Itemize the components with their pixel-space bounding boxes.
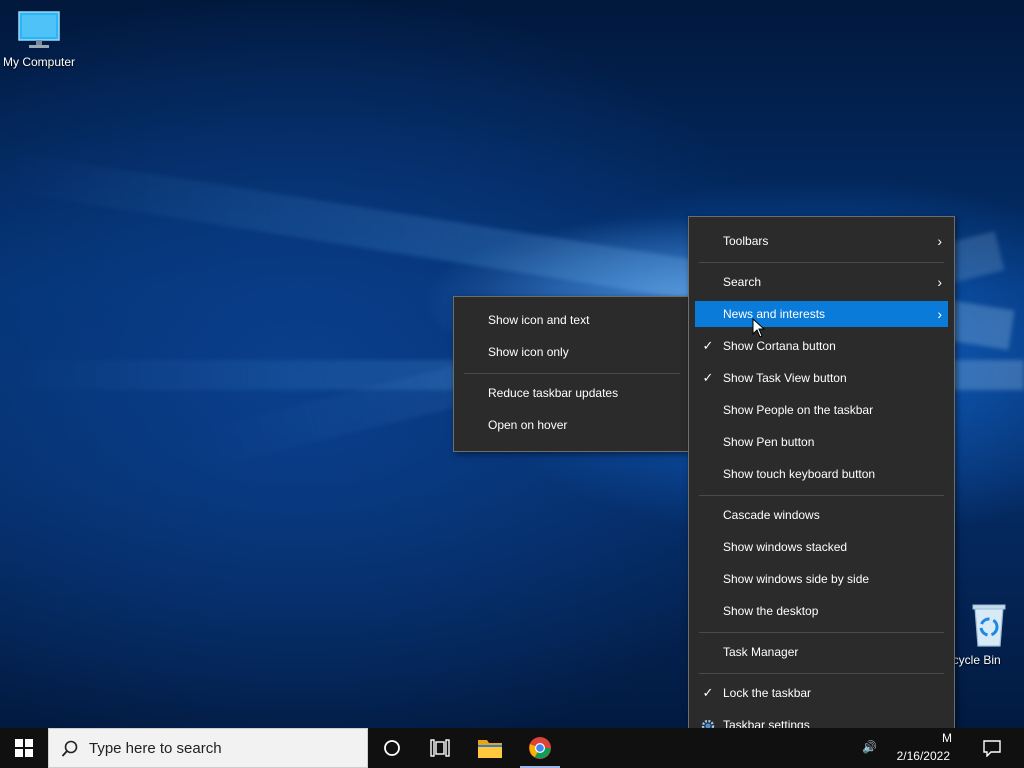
menu-separator: [699, 262, 944, 263]
search-placeholder: Type here to search: [89, 740, 222, 757]
menu-item-label: Search: [723, 275, 762, 289]
submenu-item-open-on-hover[interactable]: Open on hover: [460, 412, 684, 438]
menu-item-show-task-view-button[interactable]: ✓ Show Task View button: [695, 365, 948, 391]
clock-date: 2/16/2022: [896, 749, 950, 763]
monitor-icon: [18, 11, 60, 48]
chrome-icon: [529, 737, 551, 759]
submenu-item-show-icon-only[interactable]: Show icon only: [460, 339, 684, 365]
menu-item-task-manager[interactable]: Task Manager: [695, 639, 948, 665]
menu-item-label: Cascade windows: [723, 508, 820, 522]
menu-item-label: Show Pen button: [723, 435, 815, 449]
chevron-right-icon: ›: [937, 274, 942, 290]
menu-separator: [464, 373, 680, 374]
menu-item-label: Reduce taskbar updates: [488, 386, 619, 400]
submenu-item-reduce-taskbar-updates[interactable]: Reduce taskbar updates: [460, 380, 684, 406]
menu-item-news-and-interests[interactable]: News and interests ›: [695, 301, 948, 327]
menu-separator: [699, 495, 944, 496]
menu-item-lock-taskbar[interactable]: ✓ Lock the taskbar: [695, 680, 948, 706]
chrome-button[interactable]: [516, 728, 564, 768]
menu-item-toolbars[interactable]: Toolbars ›: [695, 228, 948, 254]
menu-item-show-touch-keyboard[interactable]: Show touch keyboard button: [695, 461, 948, 487]
menu-item-show-cortana-button[interactable]: ✓ Show Cortana button: [695, 333, 948, 359]
menu-item-label: Lock the taskbar: [723, 686, 812, 700]
windows-logo-icon: [15, 739, 33, 757]
menu-item-label: Show icon only: [488, 345, 569, 359]
desktop-icon-my-computer[interactable]: My Computer: [0, 10, 78, 69]
desktop-icon-label: My Computer: [2, 55, 76, 69]
start-button[interactable]: [0, 728, 48, 768]
menu-item-label: Show windows stacked: [723, 540, 848, 554]
menu-item-label: Show touch keyboard button: [723, 467, 876, 481]
folder-icon: [478, 740, 502, 758]
news-submenu: Show icon and text Show icon only Reduce…: [453, 296, 691, 452]
taskbar: Type here to search 🔊 M 2/16/2022: [0, 728, 1024, 768]
menu-item-show-pen-button[interactable]: Show Pen button: [695, 429, 948, 455]
menu-item-label: Show Task View button: [723, 371, 847, 385]
taskbar-clock[interactable]: M 2/16/2022: [884, 728, 964, 768]
menu-item-label: News and interests: [723, 307, 826, 321]
menu-item-label: Show windows side by side: [723, 572, 870, 586]
menu-item-search[interactable]: Search ›: [695, 269, 948, 295]
menu-item-label: Show icon and text: [488, 313, 590, 327]
menu-item-label: Toolbars: [723, 234, 769, 248]
search-icon: [61, 740, 78, 757]
menu-item-show-desktop[interactable]: Show the desktop: [695, 598, 948, 624]
speaker-icon[interactable]: 🔊: [862, 740, 877, 754]
menu-item-cascade-windows[interactable]: Cascade windows: [695, 502, 948, 528]
menu-item-windows-stacked[interactable]: Show windows stacked: [695, 534, 948, 560]
taskbar-search-box[interactable]: Type here to search: [48, 728, 368, 768]
submenu-item-show-icon-and-text[interactable]: Show icon and text: [460, 307, 684, 333]
chevron-right-icon: ›: [937, 306, 942, 322]
taskbar-context-menu: Toolbars › Search › News and interests ›…: [688, 216, 955, 750]
menu-separator: [699, 632, 944, 633]
notification-icon: [983, 740, 1001, 757]
mouse-cursor-icon: [752, 318, 766, 338]
desktop-icon-recycle-bin[interactable]: ecycle Bin: [946, 602, 1024, 667]
menu-item-label: Open on hover: [488, 418, 568, 432]
desktop-icon-label: ecycle Bin: [946, 653, 1001, 667]
clock-time: M: [942, 731, 952, 745]
task-view-icon: [430, 739, 450, 757]
checkmark-icon: ✓: [702, 370, 714, 385]
menu-item-label: Show the desktop: [723, 604, 819, 618]
cortana-button[interactable]: [368, 728, 416, 768]
file-explorer-button[interactable]: [466, 728, 514, 768]
menu-separator: [699, 673, 944, 674]
cortana-circle-icon: [384, 740, 400, 756]
notification-center-button[interactable]: [970, 728, 1014, 768]
task-view-button[interactable]: [416, 728, 464, 768]
recycle-bin-icon: [972, 604, 1006, 647]
checkmark-icon: ✓: [702, 685, 714, 700]
chevron-right-icon: ›: [937, 233, 942, 249]
menu-item-show-people[interactable]: Show People on the taskbar: [695, 397, 948, 423]
menu-item-label: Show People on the taskbar: [723, 403, 874, 417]
menu-item-label: Task Manager: [723, 645, 799, 659]
menu-item-windows-side-by-side[interactable]: Show windows side by side: [695, 566, 948, 592]
menu-item-label: Show Cortana button: [723, 339, 836, 353]
checkmark-icon: ✓: [702, 338, 714, 353]
